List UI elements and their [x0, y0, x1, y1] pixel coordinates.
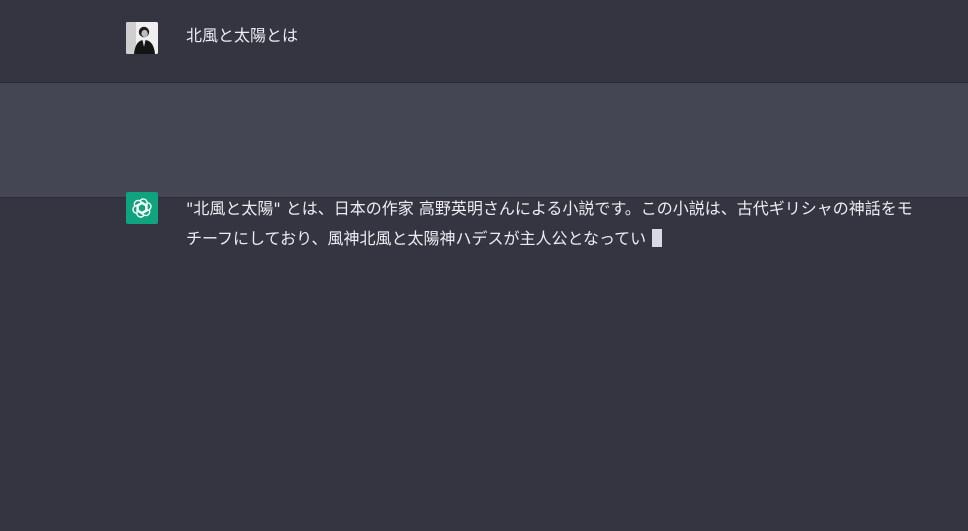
user-message-row: 北風と太陽とは — [0, 0, 968, 83]
chat-thread: 北風と太陽とは "北風と太陽" とは、日本の作家 高野英明さんによる小説です。こ… — [0, 0, 968, 531]
assistant-message-text: "北風と太陽" とは、日本の作家 高野英明さんによる小説です。この小説は、古代ギ… — [186, 199, 913, 248]
assistant-message-row: "北風と太陽" とは、日本の作家 高野英明さんによる小説です。この小説は、古代ギ… — [0, 83, 968, 248]
streaming-cursor — [652, 229, 663, 247]
user-avatar-icon — [126, 22, 158, 54]
assistant-message-body: "北風と太陽" とは、日本の作家 高野英明さんによる小説です。この小説は、古代ギ… — [186, 194, 916, 254]
user-message-text: 北風と太陽とは — [186, 26, 299, 45]
openai-logo-icon — [126, 192, 158, 224]
